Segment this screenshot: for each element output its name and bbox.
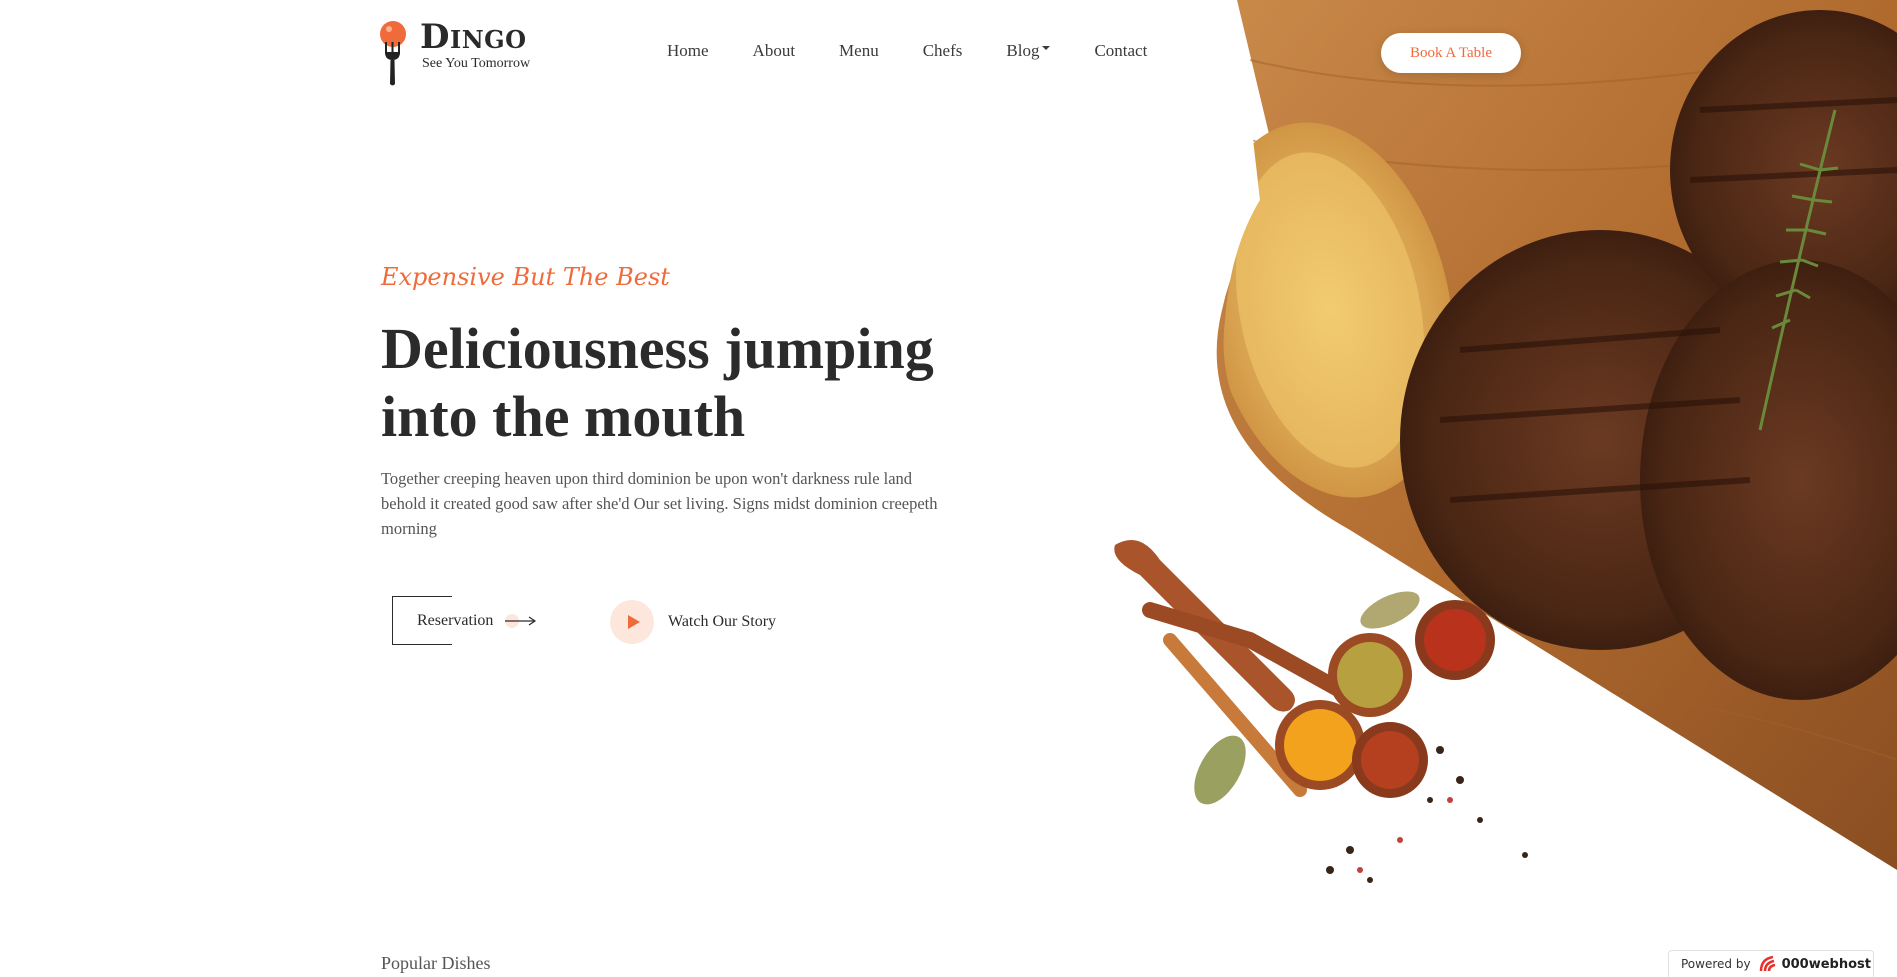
- nav-item-about[interactable]: About: [753, 41, 796, 61]
- book-a-table-button[interactable]: Book A Table: [1381, 33, 1521, 73]
- nav-item-home[interactable]: Home: [667, 41, 709, 61]
- reservation-button[interactable]: Reservation: [392, 596, 537, 645]
- arrow-right-icon: [505, 613, 537, 628]
- fork-with-tomato-icon: [380, 21, 406, 86]
- main-nav: Home About Menu Chefs Blog Contact: [667, 41, 1191, 61]
- powered-by-badge[interactable]: Powered by 000webhost: [1668, 950, 1874, 977]
- hero-headline-line2: into the mouth: [381, 384, 746, 449]
- nav-item-menu[interactable]: Menu: [839, 41, 879, 61]
- brand-logo[interactable]: Dingo See You Tomorrow: [380, 17, 531, 86]
- nav-item-chefs[interactable]: Chefs: [923, 41, 963, 61]
- powered-by-label: Powered by: [1681, 957, 1751, 971]
- play-icon: [610, 600, 654, 644]
- hero-steak-image: [1100, 0, 1897, 900]
- hero-lead-text: Together creeping heaven upon third domi…: [381, 469, 938, 538]
- brand-tagline: See You Tomorrow: [422, 55, 531, 71]
- nav-item-blog-label: Blog: [1006, 41, 1040, 60]
- watch-story-button[interactable]: Watch Our Story: [610, 600, 776, 644]
- hero-subtitle: Expensive But The Best: [381, 263, 670, 291]
- nav-item-blog[interactable]: Blog: [1006, 41, 1051, 61]
- hero-headline-line1: Deliciousness jumping: [381, 316, 934, 381]
- nav-item-contact[interactable]: Contact: [1094, 41, 1147, 61]
- watch-story-label: Watch Our Story: [668, 613, 777, 630]
- reservation-label: Reservation: [417, 611, 494, 629]
- popular-dishes-title: Popular Dishes: [381, 953, 491, 973]
- 000webhost-logo-icon: [1759, 955, 1775, 972]
- hero-headline: Deliciousness jumping into the mouth: [381, 315, 981, 451]
- host-name: 000webhost: [1781, 956, 1871, 972]
- brand-name: Dingo: [420, 17, 527, 57]
- caret-down-icon: [1042, 46, 1051, 50]
